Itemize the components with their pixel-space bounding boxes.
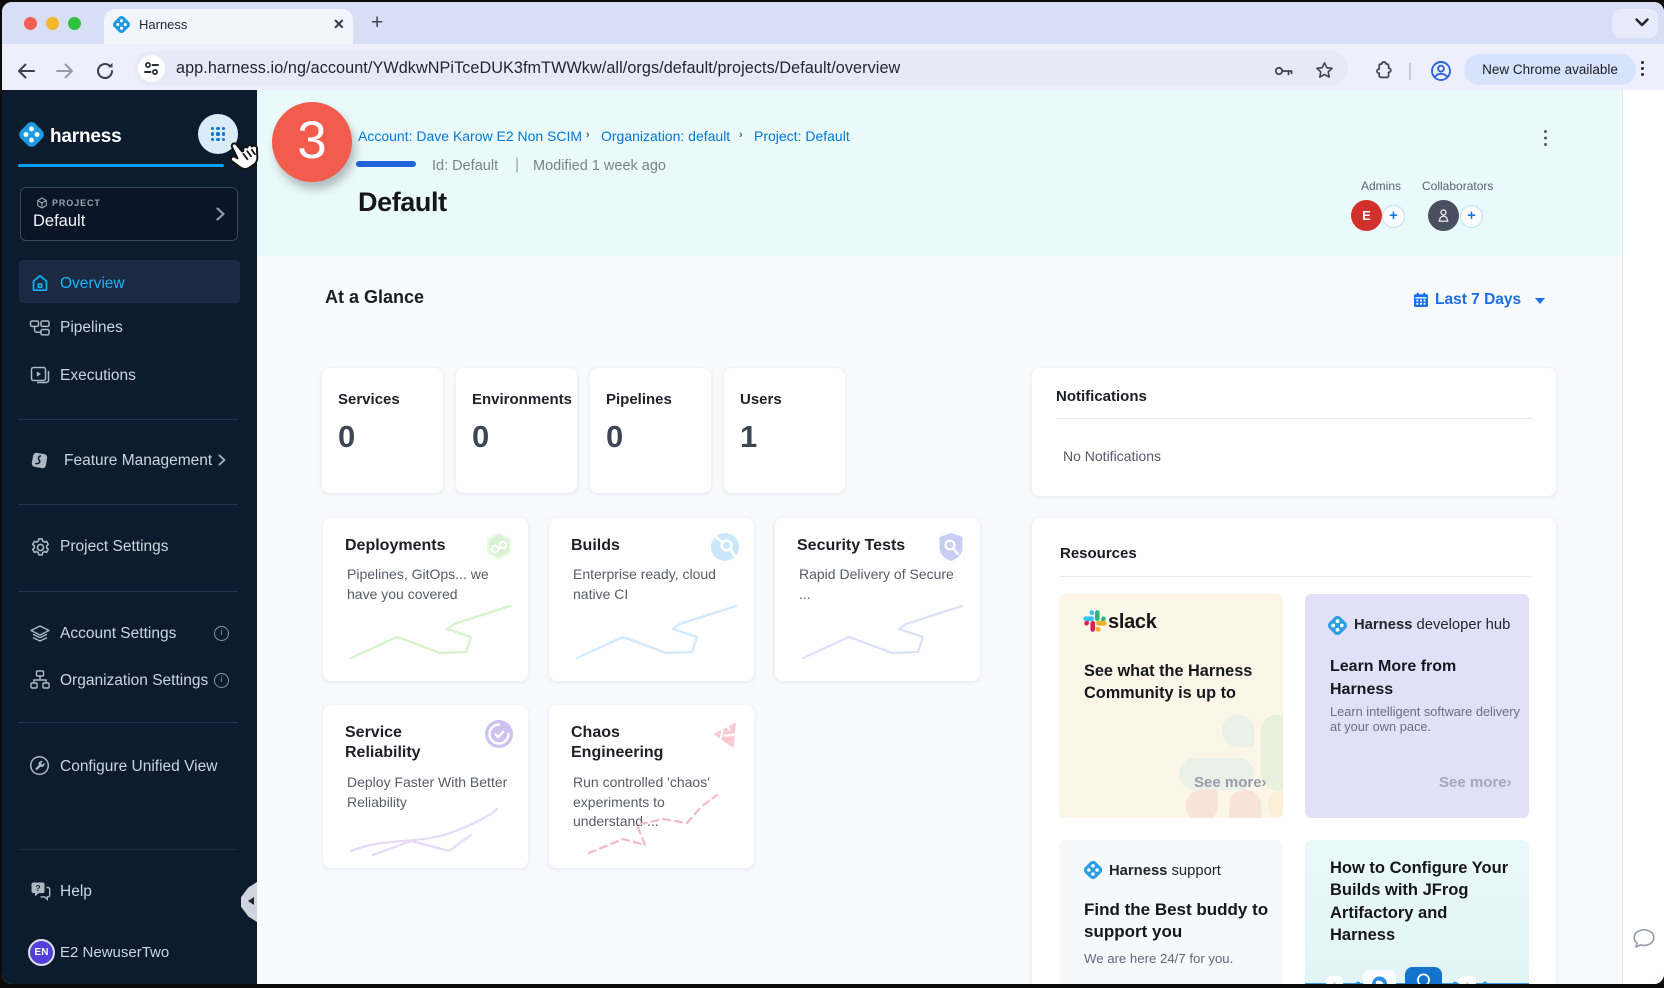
svg-text:?: ? [35,883,40,893]
